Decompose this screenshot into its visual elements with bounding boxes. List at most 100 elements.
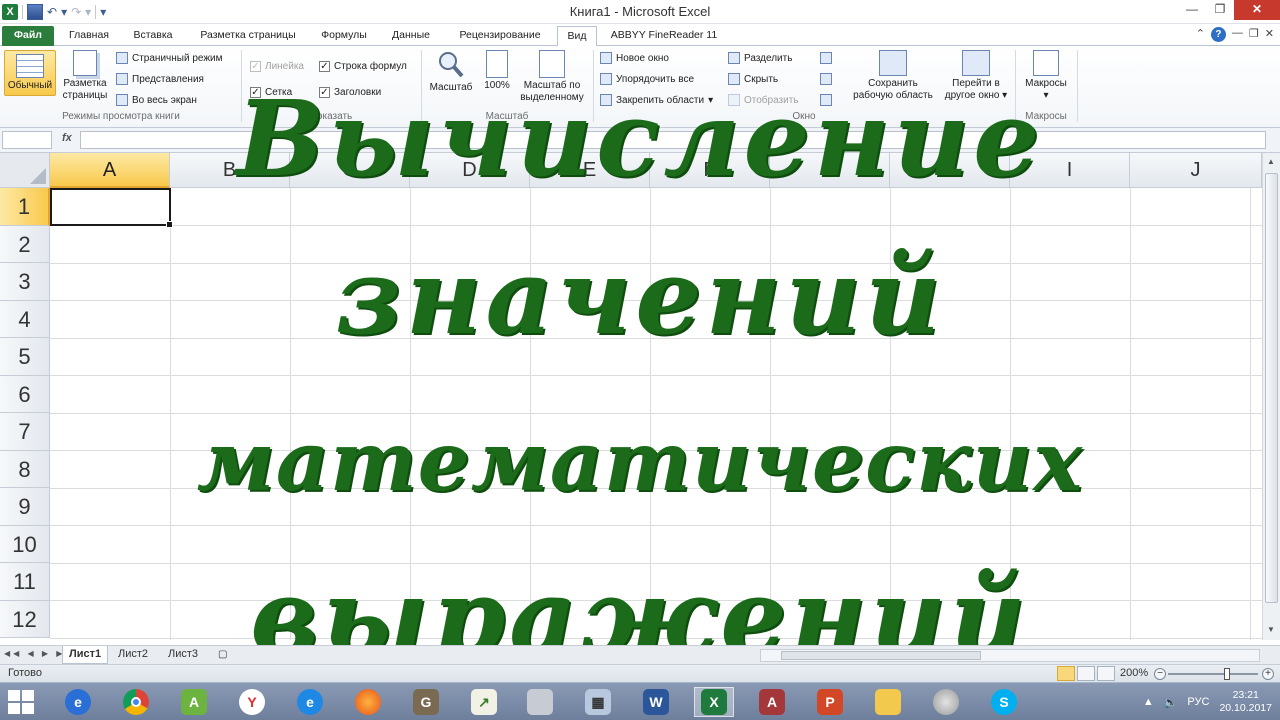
row-header[interactable]: 4 [0,300,50,338]
tab-abbyy[interactable]: ABBYY FineReader 11 [604,26,724,46]
row-header[interactable]: 8 [0,450,50,488]
excel-icon[interactable]: X [694,687,734,717]
scanner-icon[interactable] [520,687,560,717]
zoom-in-icon[interactable]: + [1262,668,1274,680]
scroll-down-icon[interactable]: ▼ [1267,625,1275,634]
folder-icon[interactable] [868,687,908,717]
sheet-tab-2[interactable]: Лист2 [112,646,154,664]
tab-view[interactable]: Вид [557,26,597,47]
column-header[interactable]: B [170,153,290,188]
insert-sheet-icon[interactable]: ▢ [212,646,233,664]
page-break-status-icon[interactable] [1097,666,1115,681]
gridlines-checkbox[interactable]: ✓ Сетка [250,84,292,100]
chrome-icon[interactable] [116,687,156,717]
column-header[interactable]: A [50,153,170,188]
zoom-level[interactable]: 200% [1120,667,1148,679]
row-header[interactable]: 7 [0,413,50,451]
synchronous-scroll-button[interactable] [820,71,832,87]
unhide-button[interactable]: Отобразить [728,92,799,108]
skype-icon[interactable]: S [984,687,1024,717]
paint-icon[interactable] [926,687,966,717]
page-layout-status-icon[interactable] [1077,666,1095,681]
android-icon[interactable]: A [174,687,214,717]
worksheet-grid[interactable]: A B C D E F G H I J 1 2 3 4 5 6 7 8 9 10… [0,153,1262,640]
sheet-tab-3[interactable]: Лист3 [162,646,204,664]
reset-position-button[interactable] [820,92,832,108]
row-header[interactable]: 6 [0,375,50,413]
page-layout-button[interactable]: Разметка страницы [60,50,110,102]
row-header[interactable]: 11 [0,563,50,601]
calculator-icon[interactable]: ▦ [578,687,618,717]
ie-icon[interactable]: e [58,687,98,717]
zoom-out-icon[interactable]: − [1154,668,1166,680]
sheet-tab-1[interactable]: Лист1 [62,646,109,664]
new-window-button[interactable]: Новое окно [600,50,669,66]
firefox-icon[interactable] [348,687,388,717]
formula-bar-checkbox[interactable]: ✓ Строка формул [319,58,407,74]
page-break-view-button[interactable]: Страничный режим [116,50,222,66]
row-header[interactable]: 12 [0,600,50,638]
doc-close-icon[interactable]: ✕ [1265,27,1274,42]
zoom-slider[interactable] [1168,668,1258,680]
normal-view-button[interactable]: Обычный [4,50,56,96]
fx-icon[interactable]: fx [62,132,72,144]
tab-data[interactable]: Данные [380,26,442,46]
select-all-corner[interactable] [0,153,50,188]
arrange-all-button[interactable]: Упорядочить все [600,71,694,87]
tab-formulas[interactable]: Формулы [312,26,376,46]
save-workspace-button[interactable]: Сохранить рабочую область [846,50,940,102]
row-header[interactable]: 5 [0,338,50,376]
headings-checkbox[interactable]: ✓ Заголовки [319,84,381,100]
full-screen-button[interactable]: Во весь экран [116,92,197,108]
tab-file[interactable]: Файл [2,26,54,46]
normal-view-status-icon[interactable] [1057,666,1075,681]
windows-start-icon[interactable] [8,690,34,714]
column-header[interactable]: F [650,153,770,188]
vertical-scroll-thumb[interactable] [1265,173,1278,603]
minimize-icon[interactable]: — [1178,0,1206,20]
row-header[interactable]: 1 [0,188,50,226]
gimp-icon[interactable]: G [406,687,446,717]
macros-button[interactable]: Макросы ▾ [1020,50,1072,102]
edge-icon[interactable]: e [290,687,330,717]
tab-page-layout[interactable]: Разметка страницы [188,26,308,46]
volume-icon[interactable]: 🔈 [1164,696,1178,709]
chart-icon[interactable]: ↗ [464,687,504,717]
freeze-panes-button[interactable]: Закрепить области ▾ [600,92,713,108]
hide-button[interactable]: Скрыть [728,71,778,87]
view-side-by-side-button[interactable] [820,50,832,66]
zoom-selection-button[interactable]: Масштаб по выделенному [516,50,588,104]
tab-insert[interactable]: Вставка [124,26,182,46]
vertical-scrollbar[interactable]: ▲ ▼ [1262,153,1280,640]
clock[interactable]: 23:21 20.10.2017 [1219,689,1272,715]
column-header[interactable]: C [290,153,410,188]
formula-input[interactable] [80,131,1266,149]
column-header[interactable]: E [530,153,650,188]
tab-review[interactable]: Рецензирование [446,26,554,46]
switch-windows-button[interactable]: Перейти в другое окно ▾ [940,50,1012,102]
name-box[interactable] [2,131,52,149]
column-header[interactable]: I [1010,153,1130,188]
language-indicator[interactable]: РУС [1187,696,1209,708]
yandex-icon[interactable]: Y [232,687,272,717]
zoom-slider-knob[interactable] [1224,668,1230,680]
custom-views-button[interactable]: Представления [116,71,204,87]
tab-home[interactable]: Главная [60,26,118,46]
zoom-button[interactable]: Масштаб [426,50,476,94]
close-icon[interactable]: ✕ [1234,0,1280,20]
powerpoint-icon[interactable]: P [810,687,850,717]
column-header[interactable]: H [890,153,1010,188]
ruler-checkbox[interactable]: ✓ Линейка [250,58,304,74]
access-icon[interactable]: A [752,687,792,717]
row-header[interactable]: 9 [0,488,50,526]
help-icon[interactable]: ? [1210,27,1226,42]
row-header[interactable]: 2 [0,225,50,263]
column-header[interactable]: D [410,153,530,188]
split-button[interactable]: Разделить [728,50,792,66]
column-header[interactable]: G [770,153,890,188]
column-header[interactable]: J [1130,153,1262,188]
active-cell-a1[interactable] [50,188,173,228]
doc-restore-icon[interactable]: ❐ [1249,27,1259,42]
scroll-up-icon[interactable]: ▲ [1267,157,1275,166]
tray-expand-icon[interactable]: ▲ [1143,696,1154,708]
